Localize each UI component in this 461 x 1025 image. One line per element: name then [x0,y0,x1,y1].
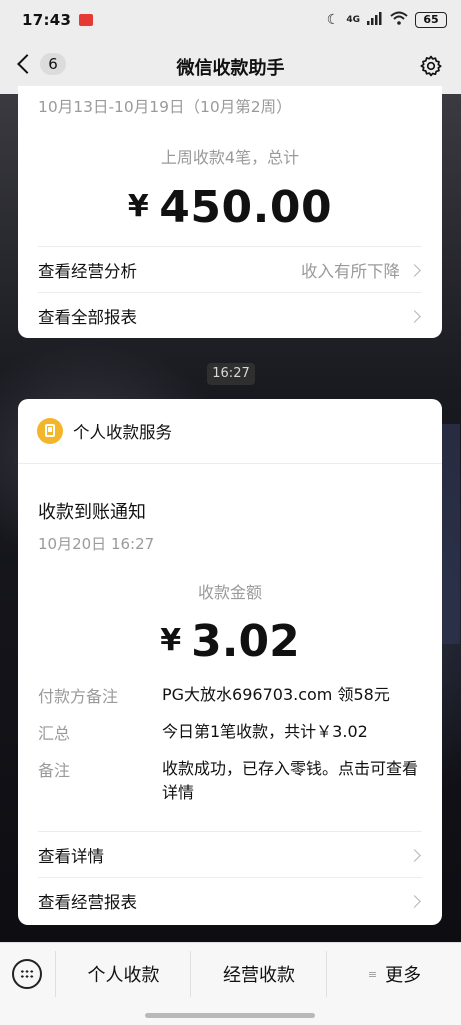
notification-title: 收款到账通知 [38,502,146,523]
detail-value: PG大放水696703.com 领58元 [162,685,390,704]
view-business-report-row[interactable]: 查看经营报表 [38,877,422,924]
keyboard-icon[interactable] [12,959,42,989]
chevron-right-icon [408,309,421,323]
chevron-right-icon [408,848,421,862]
keyboard-keys-icon [20,969,34,979]
status-bar: 17:43 ☾ 4G 65 [0,0,461,40]
gear-icon[interactable] [419,54,443,78]
battery-icon: 65 [415,12,447,28]
submenu-icon: ≡ [367,967,378,981]
currency-symbol: ¥ [127,189,150,224]
menu-label: 经营收款 [223,965,295,986]
back-button[interactable]: 6 [14,53,66,75]
chevron-right-icon [408,263,421,277]
menu-label: 更多 [385,965,422,986]
amount-label: 收款金额 [197,583,262,602]
row-label: 查看详情 [38,847,104,866]
report-period: 10月13日-10月19日（10月第2周） [38,98,292,116]
network-label: 4G [346,15,360,25]
detail-value: 收款成功，已存入零钱。点击可查看详情 [162,759,419,802]
detail-row-payer-remark: 付款方备注 PG大放水696703.com 领58元 [38,683,422,707]
service-header[interactable]: 个人收款服务 [18,399,442,464]
detail-value: 今日第1笔收款，共计￥3.02 [162,722,368,741]
chevron-left-icon [17,54,37,74]
weekly-total-amount: ¥450.00 [18,182,442,233]
currency-symbol: ¥ [160,623,182,658]
bottom-menu-bar: 个人收款 经营收款 ≡ 更多 [0,942,461,1025]
weekly-summary-card[interactable]: 10月13日-10月19日（10月第2周） 上周收款4笔，总计 ¥450.00 … [18,86,442,338]
received-amount: ¥3.02 [18,616,442,667]
page-title: 微信收款助手 [176,58,285,79]
view-all-reports-row[interactable]: 查看全部报表 [38,292,422,338]
notification-date: 10月20日 16:27 [38,535,155,553]
chevron-right-icon [408,894,421,908]
detail-key: 备注 [38,761,71,780]
detail-key: 汇总 [38,724,71,743]
row-value: 收入有所下降 [301,262,400,281]
row-label: 查看经营分析 [38,262,137,281]
unread-count-badge: 6 [40,53,66,75]
status-time: 17:43 [22,11,72,29]
amount-value: 450.00 [159,182,333,233]
detail-key: 付款方备注 [38,687,119,706]
payment-notification-card[interactable]: 个人收款服务 收款到账通知 10月20日 16:27 收款金额 ¥3.02 付款… [18,399,442,925]
view-business-analysis-row[interactable]: 查看经营分析 收入有所下降 [38,246,422,293]
wifi-icon [390,11,408,29]
menu-personal-collection[interactable]: 个人收款 [55,951,191,997]
notification-badge-icon [79,14,94,26]
service-name: 个人收款服务 [73,423,172,442]
receipt-service-icon [37,418,63,444]
detail-row-note: 备注 收款成功，已存入零钱。点击可查看详情 [38,757,422,805]
view-details-row[interactable]: 查看详情 [38,831,422,878]
menu-more[interactable]: ≡ 更多 [326,951,461,997]
detail-row-summary: 汇总 今日第1笔收款，共计￥3.02 [38,720,422,744]
amount-value: 3.02 [191,616,300,667]
menu-label: 个人收款 [87,965,160,986]
row-label: 查看全部报表 [38,308,137,327]
signal-icon [367,11,383,29]
row-label: 查看经营报表 [38,893,137,912]
home-indicator[interactable] [145,1013,315,1018]
message-timestamp: 16:27 [207,363,255,385]
weekly-summary-text: 上周收款4笔，总计 [160,148,300,167]
moon-icon: ☾ [326,12,340,28]
menu-business-collection[interactable]: 经营收款 [190,951,327,997]
